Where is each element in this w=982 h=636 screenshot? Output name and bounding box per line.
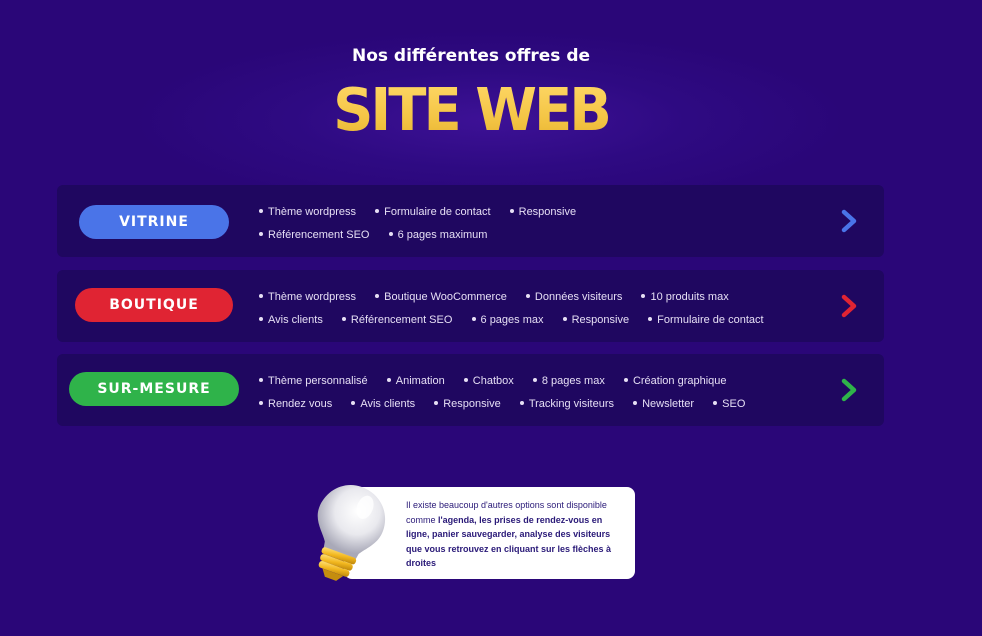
feature-item: Responsive bbox=[563, 311, 629, 329]
lightbulb-icon bbox=[300, 480, 390, 586]
offer-badge-vitrine: VITRINE bbox=[79, 205, 229, 239]
section-title: SITE WEB bbox=[0, 76, 942, 144]
feature-item: 8 pages max bbox=[533, 372, 605, 390]
feature-item: Boutique WooCommerce bbox=[375, 288, 507, 306]
features-row: Thème personnalisé Animation Chatbox 8 p… bbox=[259, 370, 819, 393]
offer-card-vitrine: VITRINE Thème wordpress Formulaire de co… bbox=[57, 185, 884, 257]
feature-item: 6 pages maximum bbox=[389, 226, 488, 244]
offer-card-boutique: BOUTIQUE Thème wordpress Boutique WooCom… bbox=[57, 270, 884, 342]
feature-item: 10 produits max bbox=[641, 288, 728, 306]
feature-item: Thème wordpress bbox=[259, 288, 356, 306]
offer-features: Thème wordpress Formulaire de contact Re… bbox=[259, 201, 819, 247]
feature-item: Responsive bbox=[434, 395, 500, 413]
chevron-right-icon[interactable] bbox=[840, 294, 858, 318]
features-row: Avis clients Référencement SEO 6 pages m… bbox=[259, 309, 819, 332]
feature-item: Thème wordpress bbox=[259, 203, 356, 221]
offer-badge-boutique: BOUTIQUE bbox=[75, 288, 233, 322]
offer-card-sur-mesure: SUR-MESURE Thème personnalisé Animation … bbox=[57, 354, 884, 426]
feature-item: Avis clients bbox=[351, 395, 415, 413]
offer-features: Thème wordpress Boutique WooCommerce Don… bbox=[259, 286, 819, 332]
feature-item: Rendez vous bbox=[259, 395, 332, 413]
feature-item: SEO bbox=[713, 395, 745, 413]
feature-item: Responsive bbox=[510, 203, 576, 221]
chevron-right-icon[interactable] bbox=[840, 378, 858, 402]
feature-item: Animation bbox=[387, 372, 445, 390]
features-row: Référencement SEO 6 pages maximum bbox=[259, 224, 819, 247]
feature-item: Newsletter bbox=[633, 395, 694, 413]
feature-item: Création graphique bbox=[624, 372, 727, 390]
chevron-right-icon[interactable] bbox=[840, 209, 858, 233]
feature-item: Tracking visiteurs bbox=[520, 395, 614, 413]
features-row: Thème wordpress Boutique WooCommerce Don… bbox=[259, 286, 819, 309]
features-row: Thème wordpress Formulaire de contact Re… bbox=[259, 201, 819, 224]
feature-item: Formulaire de contact bbox=[648, 311, 763, 329]
feature-item: Référencement SEO bbox=[259, 226, 370, 244]
features-row: Rendez vous Avis clients Responsive Trac… bbox=[259, 393, 819, 416]
feature-item: Thème personnalisé bbox=[259, 372, 368, 390]
subtitle-text: Nos différentes offres de bbox=[351, 46, 591, 66]
feature-item: 6 pages max bbox=[472, 311, 544, 329]
offer-features: Thème personnalisé Animation Chatbox 8 p… bbox=[259, 370, 819, 416]
offer-badge-sur-mesure: SUR-MESURE bbox=[69, 372, 239, 406]
feature-item: Données visiteurs bbox=[526, 288, 622, 306]
info-tip-text: Il existe beaucoup d'autres options sont… bbox=[406, 498, 624, 571]
feature-item: Formulaire de contact bbox=[375, 203, 490, 221]
feature-item: Chatbox bbox=[464, 372, 514, 390]
feature-item: Référencement SEO bbox=[342, 311, 453, 329]
feature-item: Avis clients bbox=[259, 311, 323, 329]
section-subtitle: Nos différentes offres de bbox=[0, 46, 942, 66]
